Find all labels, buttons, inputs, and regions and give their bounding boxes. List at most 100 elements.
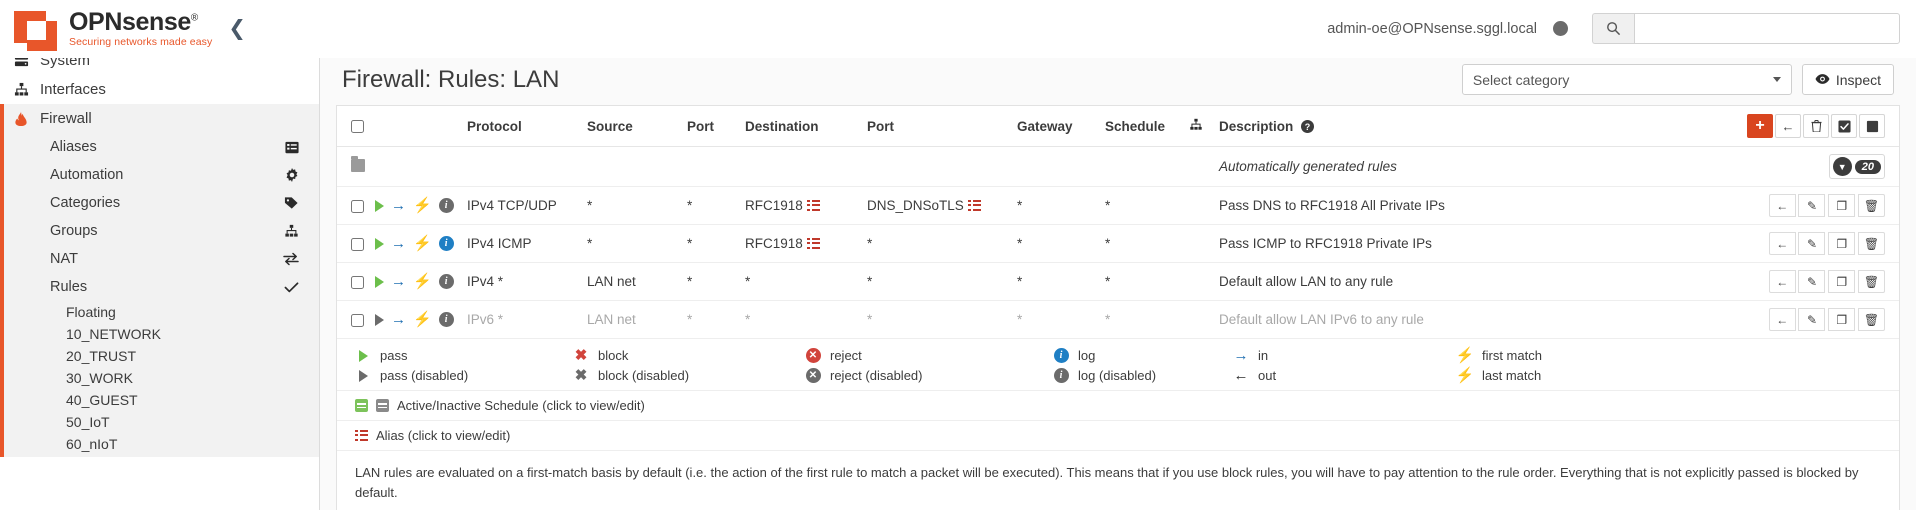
sidebar-item-50-iot[interactable]: 50_IoT: [4, 411, 319, 433]
alias-list-icon[interactable]: [806, 238, 820, 249]
sidebar-item-firewall[interactable]: Firewall: [4, 104, 319, 133]
sidebar-item-interfaces[interactable]: Interfaces: [0, 75, 319, 104]
search-icon[interactable]: [1592, 13, 1634, 44]
cell-dest-port: DNS_DNSoTLS: [863, 186, 1013, 225]
move-rule-button[interactable]: ←: [1768, 232, 1796, 255]
sidebar-item-10-network[interactable]: 10_NETWORK: [4, 323, 319, 345]
play-disabled-icon: [358, 369, 368, 382]
edit-rule-button[interactable]: ✎: [1798, 270, 1826, 293]
auto-rules-expander[interactable]: ▼ 20: [1828, 154, 1885, 179]
row-select-checkbox[interactable]: [351, 237, 364, 251]
fire-icon: [14, 111, 40, 126]
cell-protocol: IPv6 *: [463, 300, 583, 339]
edit-rule-button[interactable]: ✎: [1798, 232, 1826, 255]
tag-icon: [284, 196, 299, 210]
rules-table: Protocol Source Port Destination Port Ga…: [337, 106, 1899, 339]
row-select-checkbox[interactable]: [351, 313, 364, 327]
toggle-selected-button[interactable]: [1831, 114, 1857, 138]
arrow-right-icon: →: [1233, 347, 1249, 364]
rules-panel: Protocol Source Port Destination Port Ga…: [336, 105, 1900, 510]
cell-gateway: *: [1013, 262, 1101, 301]
legend-label: pass: [380, 348, 408, 363]
move-rule-button[interactable]: ←: [1768, 270, 1796, 293]
play-icon: [375, 275, 384, 288]
select-category-dropdown[interactable]: Select category: [1461, 64, 1792, 95]
sidebar-item-categories[interactable]: Categories: [4, 189, 319, 217]
info-icon: i: [438, 274, 454, 289]
sidebar-item-label: Interfaces: [40, 81, 106, 98]
table-row[interactable]: → ⚡ i IPv4 * LAN net * * * * * Default a…: [337, 262, 1899, 301]
brand-logo[interactable]: OPNsense® Securing networks made easy: [0, 7, 212, 51]
legend-column-match: ⚡ first match ⚡ last match: [1456, 347, 1542, 384]
folder-icon: [351, 155, 365, 172]
sidebar-item-nat[interactable]: NAT: [4, 245, 319, 273]
clone-rule-button[interactable]: ❐: [1828, 194, 1856, 217]
cell-dest-port: *: [863, 300, 1013, 339]
auto-generated-rules-row[interactable]: Automatically generated rules ▼ 20: [337, 146, 1899, 187]
stop-selected-button[interactable]: [1859, 114, 1885, 138]
delete-rule-button[interactable]: 🗑: [1858, 308, 1885, 331]
legend-label: log: [1078, 348, 1096, 363]
legend-column-pass: pass pass (disabled): [355, 347, 573, 384]
bolt-icon: ⚡: [413, 235, 432, 252]
table-row[interactable]: → ⚡ i IPv4 ICMP * * RFC1918 * * * Pass I…: [337, 224, 1899, 263]
alias-list-icon[interactable]: [806, 200, 820, 211]
arrow-right-icon: →: [391, 235, 406, 252]
sidebar-item-20-trust[interactable]: 20_TRUST: [4, 345, 319, 367]
move-rule-button[interactable]: ←: [1775, 114, 1801, 138]
cell-schedule: *: [1101, 224, 1185, 263]
chevron-left-icon[interactable]: ❮: [228, 16, 246, 41]
sidebar-item-aliases[interactable]: Aliases: [4, 133, 319, 161]
legend-column-block: ✖ block ✖ block (disabled): [573, 347, 805, 384]
rules-footer-note: LAN rules are evaluated on a first-match…: [355, 465, 1859, 500]
table-row[interactable]: → ⚡ i IPv6 * LAN net * * * * * Default a…: [337, 300, 1899, 339]
info-icon: i: [438, 198, 454, 213]
legend-label: reject: [830, 348, 862, 363]
table-row[interactable]: → ⚡ i IPv4 TCP/UDP * * RFC1918 DNS_DNSoT…: [337, 186, 1899, 225]
row-select-checkbox[interactable]: [351, 199, 364, 213]
search-input[interactable]: [1634, 13, 1900, 44]
delete-rule-button[interactable]: 🗑: [1858, 232, 1885, 255]
delete-rule-button[interactable]: 🗑: [1858, 270, 1885, 293]
legend-label: block: [598, 348, 629, 363]
sidebar-item-automation[interactable]: Automation: [4, 161, 319, 189]
cell-destination: RFC1918: [741, 224, 863, 263]
sidebar-item-30-work[interactable]: 30_WORK: [4, 367, 319, 389]
user-status-indicator[interactable]: [1553, 21, 1568, 36]
legend-label: out: [1258, 368, 1277, 383]
alias-list-icon[interactable]: [967, 200, 981, 211]
sidebar-item-rules[interactable]: Rules: [4, 273, 319, 301]
top-header: OPNsense® Securing networks made easy ❮ …: [0, 0, 1916, 58]
sidebar-item-40-guest[interactable]: 40_GUEST: [4, 389, 319, 411]
sidebar-item-60-niot[interactable]: 60_nIoT: [4, 433, 319, 455]
move-rule-button[interactable]: ←: [1768, 194, 1796, 217]
select-all-checkbox[interactable]: [351, 120, 364, 134]
auto-rules-label: Automatically generated rules: [1215, 146, 1743, 187]
inspect-button[interactable]: Inspect: [1801, 64, 1894, 95]
sidebar-item-label: 20_TRUST: [66, 348, 137, 364]
edit-rule-button[interactable]: ✎: [1798, 308, 1826, 331]
legend-schedule-row[interactable]: Active/Inactive Schedule (click to view/…: [337, 391, 1899, 421]
add-rule-button[interactable]: +: [1747, 114, 1773, 138]
clone-rule-button[interactable]: ❐: [1828, 270, 1856, 293]
cell-gateway: *: [1013, 186, 1101, 225]
cell-description: Default allow LAN to any rule: [1215, 262, 1743, 301]
cell-port: *: [683, 262, 741, 301]
cell-destination: *: [741, 300, 863, 339]
opnsense-logo-icon: [14, 7, 60, 51]
clone-rule-button[interactable]: ❐: [1828, 232, 1856, 255]
cell-description: Pass DNS to RFC1918 All Private IPs: [1215, 186, 1743, 225]
delete-rule-button[interactable]: 🗑: [1858, 194, 1885, 217]
row-select-checkbox[interactable]: [351, 275, 364, 289]
move-rule-button[interactable]: ←: [1768, 308, 1796, 331]
cell-source: LAN net: [583, 300, 683, 339]
question-circle-icon[interactable]: ?: [1301, 120, 1315, 133]
legend-alias-row[interactable]: Alias (click to view/edit): [337, 421, 1899, 451]
sidebar-item-label: 50_IoT: [66, 414, 110, 430]
sidebar-item-groups[interactable]: Groups: [4, 217, 319, 245]
delete-selected-button[interactable]: [1803, 114, 1829, 138]
edit-rule-button[interactable]: ✎: [1798, 194, 1826, 217]
play-disabled-icon: [375, 313, 384, 326]
sidebar-item-floating[interactable]: Floating: [4, 301, 319, 323]
clone-rule-button[interactable]: ❐: [1828, 308, 1856, 331]
